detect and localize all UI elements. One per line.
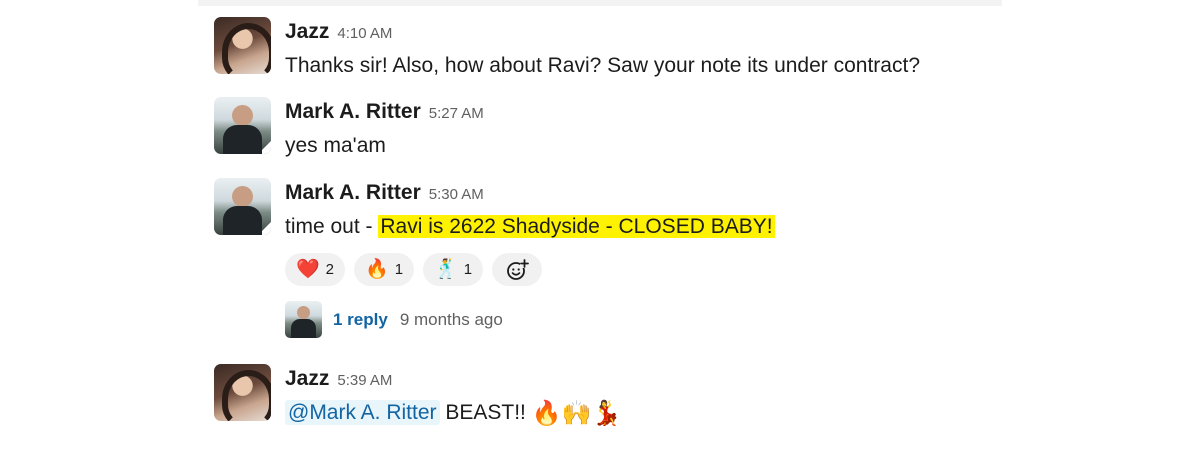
top-divider	[198, 0, 1002, 6]
thread-summary[interactable]: 1 reply 9 months ago	[285, 301, 503, 338]
message-text: yes ma'am	[285, 134, 386, 157]
message-text-prefix: time out -	[285, 215, 379, 238]
fire-icon: 🔥	[365, 259, 389, 280]
message-text: @Mark A. Ritter BEAST!! 🔥🙌💃	[285, 399, 621, 427]
thread-participant-avatar	[285, 301, 322, 338]
dancer-icon: 🕺	[434, 259, 458, 280]
author-name[interactable]: Jazz	[285, 367, 329, 390]
timestamp[interactable]: 5:30 AM	[429, 186, 484, 203]
message-text: time out - Ravi is 2622 Shadyside - CLOS…	[285, 213, 775, 241]
reaction-fire[interactable]: 🔥 1	[354, 253, 415, 286]
highlighted-text: Ravi is 2622 Shadyside - CLOSED BABY!	[378, 215, 775, 238]
reaction-count: 2	[325, 261, 335, 278]
timestamp[interactable]: 5:27 AM	[429, 105, 484, 122]
user-mention[interactable]: @Mark A. Ritter	[285, 400, 440, 425]
author-name[interactable]: Mark A. Ritter	[285, 181, 421, 204]
author-name[interactable]: Mark A. Ritter	[285, 100, 421, 123]
reaction-count: 1	[463, 261, 473, 278]
message-text: Thanks sir! Also, how about Ravi? Saw yo…	[285, 54, 920, 77]
thread-reply-link[interactable]: 1 reply	[333, 310, 388, 330]
timestamp[interactable]: 4:10 AM	[337, 25, 392, 42]
fire-icon: 🔥	[531, 400, 562, 427]
add-reaction-button[interactable]	[492, 253, 543, 286]
message-text-body: BEAST!!	[445, 401, 526, 424]
reactions-bar: ❤️ 2 🔥 1 🕺 1	[285, 253, 543, 286]
thread-last-reply-time: 9 months ago	[399, 309, 503, 329]
author-name[interactable]: Jazz	[285, 20, 329, 43]
raised-hands-icon: 🙌	[561, 400, 592, 427]
add-emoji-icon	[505, 258, 530, 282]
avatar-jazz[interactable]	[214, 364, 271, 421]
avatar-jazz[interactable]	[214, 17, 271, 74]
reaction-count: 1	[394, 261, 404, 278]
reaction-heart[interactable]: ❤️ 2	[285, 253, 346, 286]
dancer-icon: 💃	[591, 400, 622, 427]
avatar-mark[interactable]	[214, 178, 271, 235]
timestamp[interactable]: 5:39 AM	[337, 372, 392, 389]
reaction-dancer[interactable]: 🕺 1	[423, 253, 484, 286]
heart-icon: ❤️	[296, 259, 320, 280]
avatar-mark[interactable]	[214, 97, 271, 154]
